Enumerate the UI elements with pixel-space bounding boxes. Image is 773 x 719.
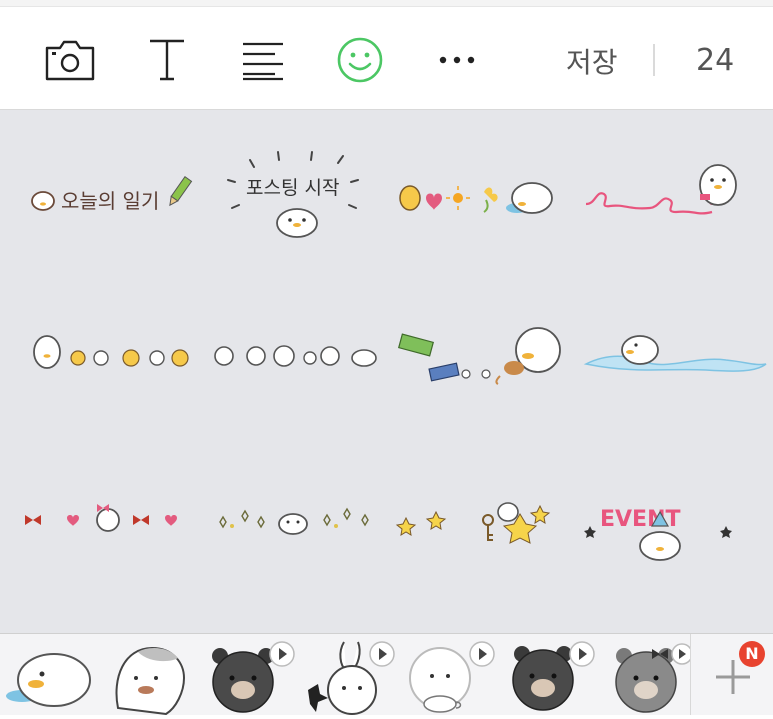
tray-choco-pack[interactable] [596,638,691,715]
tray-sally-pack[interactable] [400,638,495,715]
tray-cony-pack[interactable] [300,638,395,715]
sticker-sparkle-duck[interactable] [198,450,390,610]
text-button[interactable] [142,37,192,83]
sticker-caption: EVENT [600,507,681,532]
more-icon [439,56,475,64]
sticker-stars-key[interactable] [390,450,582,610]
new-badge: N [739,641,765,667]
character-count: 24 [696,43,735,78]
sticker-duck-row[interactable] [390,130,582,290]
editor-toolbar: 저장 24 [0,7,773,110]
sticker-money-duck[interactable] [390,290,582,450]
sticker-duck-water[interactable] [582,290,773,450]
sticker-ribbon-duck[interactable] [5,450,197,610]
tray-brown-pack[interactable] [200,638,295,715]
sticker-todays-diary[interactable]: 오늘의 일기 [5,130,197,290]
camera-icon [45,40,95,81]
sticker-hearts-line[interactable] [582,130,773,290]
sticker-tray [0,633,773,715]
emoji-button[interactable] [334,37,386,83]
text-icon [150,39,184,81]
more-button[interactable] [432,37,482,83]
sticker-posting-start[interactable]: 포스팅 시작 [198,130,390,290]
sticker-duck-group[interactable] [198,290,390,450]
camera-button[interactable] [40,37,100,83]
tray-bear-face-pack[interactable] [100,638,195,715]
sticker-grid: 오늘의 일기 포스팅 시작 EVENT [0,110,773,633]
sticker-event[interactable]: EVENT [582,450,773,610]
sticker-caption: 오늘의 일기 [61,189,159,213]
sticker-caption: 포스팅 시작 [246,177,339,199]
toolbar-divider [653,44,655,76]
sticker-chick-line[interactable] [5,290,197,450]
tray-duck-sticker-pack[interactable] [2,638,97,715]
align-icon [243,42,283,81]
save-button[interactable]: 저장 [566,41,618,81]
emoji-icon [337,37,383,83]
status-strip [0,0,773,7]
tray-brown-pack-2[interactable] [500,638,595,715]
align-button[interactable] [238,37,288,83]
